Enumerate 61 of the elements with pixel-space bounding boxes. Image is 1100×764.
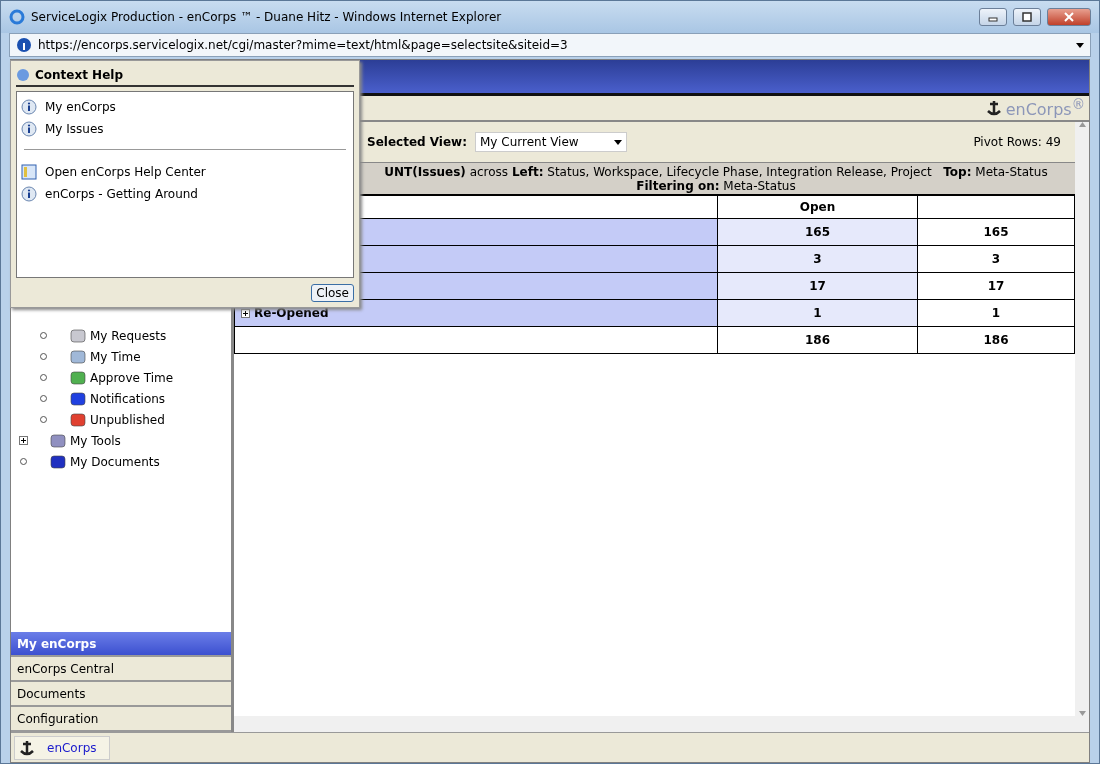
tree-connector-icon — [39, 394, 48, 403]
info-icon — [21, 186, 37, 202]
summary-text: UNT(Issues) across Left: Status, Workspace, Lifecycle Phase, Integration Release, Project Top: Meta-Status — [384, 165, 1048, 179]
expand-icon[interactable] — [19, 436, 28, 445]
nav-tab[interactable]: My enCorps — [11, 632, 231, 657]
table-cell: 165 — [717, 218, 918, 246]
total-cell: 186 — [717, 326, 918, 354]
table-cell: 1 — [717, 299, 918, 327]
help-link[interactable]: My enCorps — [45, 100, 116, 114]
info-icon — [16, 37, 32, 53]
view-label: Selected View: — [367, 135, 467, 149]
expand-icon[interactable] — [241, 308, 250, 318]
dropdown-arrow-icon — [614, 139, 622, 145]
horizontal-scrollbar[interactable] — [234, 716, 1089, 732]
tree-connector-icon — [19, 457, 28, 466]
table-cell: 3 — [717, 245, 918, 273]
tree-item[interactable]: My Documents — [70, 454, 160, 469]
table-cell: 17 — [717, 272, 918, 300]
close-button[interactable] — [1047, 8, 1091, 26]
table-cell: 165 — [917, 218, 1075, 246]
table-cell: 1 — [917, 299, 1075, 327]
close-icon — [1064, 12, 1074, 22]
tree-item[interactable]: My Tools — [70, 433, 121, 448]
table-cell: 17 — [917, 272, 1075, 300]
info-icon — [21, 121, 37, 137]
popup-title: Context Help — [35, 68, 123, 82]
maximize-icon — [1022, 12, 1032, 22]
filter-text: Filtering on: Meta-Status — [636, 179, 796, 193]
brand-logo: enCorps$^{®}$ — [1005, 96, 1085, 120]
help-link[interactable]: My Issues — [45, 122, 104, 136]
total-cell: 186 — [917, 326, 1075, 354]
tree-connector-icon — [39, 331, 48, 340]
help-link[interactable]: Open enCorps Help Center — [45, 165, 206, 179]
tree-item[interactable]: My Time — [90, 349, 141, 364]
tree-item[interactable]: My Requests — [90, 328, 167, 343]
column-header: Open — [717, 195, 918, 219]
help-link[interactable]: enCorps - Getting Around — [45, 187, 198, 201]
table-cell: 3 — [917, 245, 1075, 273]
maximize-button[interactable] — [1013, 8, 1041, 26]
dropdown-arrow-icon[interactable] — [1076, 42, 1084, 48]
minimize-button[interactable] — [979, 8, 1007, 26]
anchor-icon — [985, 99, 1002, 117]
vertical-scrollbar[interactable] — [1075, 122, 1089, 716]
taskbar-item[interactable]: enCorps — [14, 735, 110, 760]
window-title: ServiceLogix Production - enCorps ™ - Duane Hitz - Windows Internet Explorer — [31, 10, 503, 24]
tree-connector-icon — [39, 373, 48, 382]
book-icon — [21, 164, 37, 180]
view-select[interactable]: My Current View — [475, 132, 627, 152]
tree-item[interactable]: Unpublished — [90, 412, 165, 427]
tree-connector-icon — [39, 352, 48, 361]
info-icon — [21, 99, 37, 115]
pivot-rows-count: Pivot Rows: 49 — [973, 135, 1061, 149]
anchor-icon — [19, 738, 35, 757]
address-bar[interactable]: https://encorps.servicelogix.net/cgi/master?mime=text/html&page=selectsite&siteid=3 — [9, 33, 1091, 57]
scroll-up-icon[interactable] — [1078, 122, 1086, 127]
tree-item[interactable]: Notifications — [90, 391, 166, 406]
tree-item[interactable]: Approve Time — [90, 370, 174, 385]
tree-connector-icon — [39, 415, 48, 424]
row-label: Re-Opened — [254, 306, 329, 320]
browser-logo-icon — [9, 9, 25, 25]
close-popup-button[interactable]: Close — [311, 284, 354, 302]
